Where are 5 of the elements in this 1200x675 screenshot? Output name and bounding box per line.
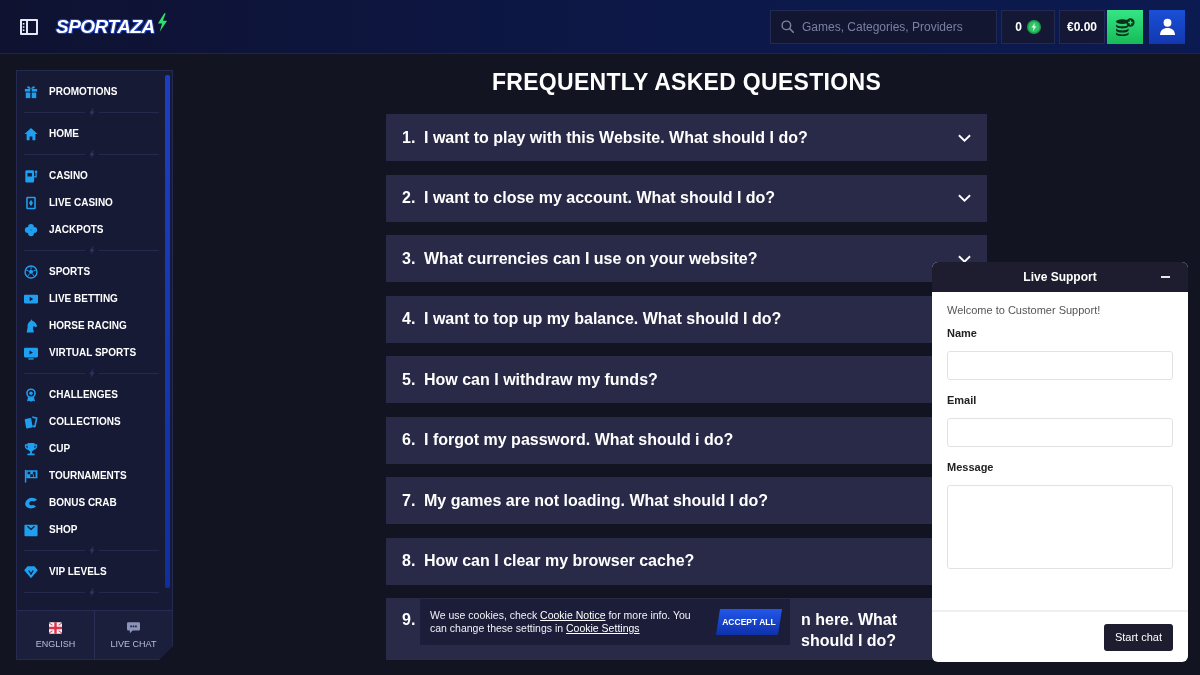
dialog-title: Live Support bbox=[1023, 270, 1097, 284]
page-title: FREQUENTLY ASKED QUESTIONS bbox=[490, 68, 883, 96]
cookie-message: We use cookies, check Cookie Notice for more info. You can change these settings in Cookie Settings bbox=[430, 609, 692, 635]
field-label: Name bbox=[947, 326, 978, 340]
balance-display: €0.00 bbox=[1058, 9, 1105, 44]
